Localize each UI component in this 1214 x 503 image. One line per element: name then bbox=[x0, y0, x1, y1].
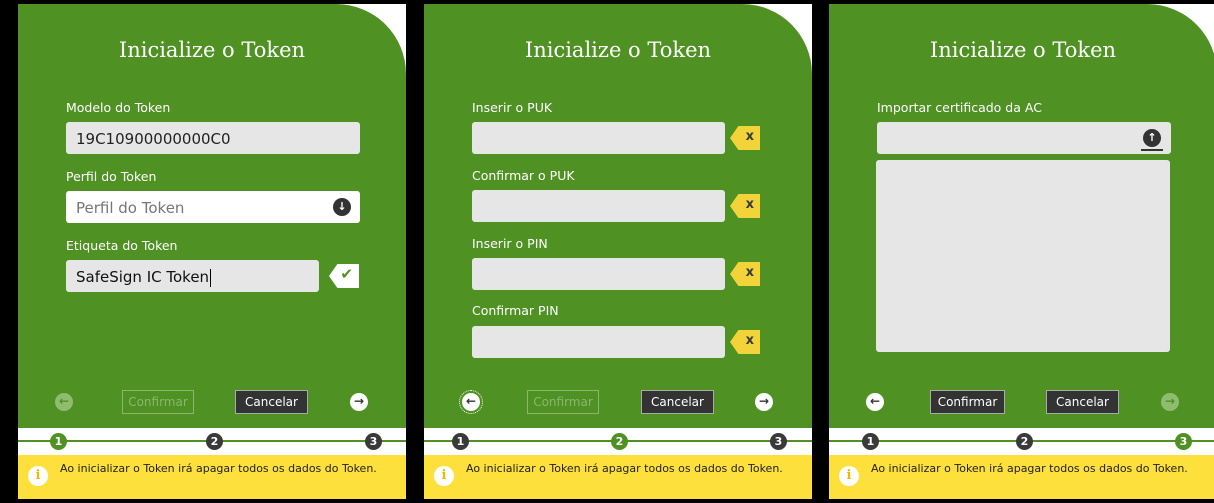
wizard-panel-step-2: Inicialize o Token Inserir o PUK x Confi… bbox=[424, 4, 812, 499]
step-1-indicator: 1 bbox=[862, 433, 879, 450]
puk-label: Inserir o PUK bbox=[472, 100, 553, 115]
token-profile-placeholder: Perfil do Token bbox=[76, 199, 185, 217]
step-3-indicator: 3 bbox=[770, 433, 787, 450]
pin-confirm-label: Confirmar PIN bbox=[472, 303, 559, 318]
pin-input[interactable] bbox=[472, 258, 725, 290]
cancel-button[interactable]: Cancelar bbox=[1046, 390, 1119, 414]
back-arrow-icon[interactable]: ← bbox=[55, 393, 73, 411]
dropdown-arrow-icon[interactable]: ↓ bbox=[333, 198, 351, 216]
info-icon: i bbox=[28, 466, 48, 486]
back-arrow-icon[interactable]: ← bbox=[459, 390, 483, 414]
token-tag-value: SafeSign IC Token bbox=[76, 268, 210, 286]
pin-confirm-input[interactable] bbox=[472, 326, 725, 358]
panel-title: Inicialize o Token bbox=[929, 38, 1117, 62]
certificate-content-area[interactable] bbox=[876, 160, 1170, 352]
token-tag-label: Etiqueta do Token bbox=[66, 238, 178, 253]
puk-confirm-input[interactable] bbox=[472, 190, 725, 222]
text-caret bbox=[210, 268, 212, 287]
step-3-indicator: 3 bbox=[1175, 433, 1192, 450]
confirm-button[interactable]: Confirmar bbox=[930, 390, 1005, 414]
step-1-indicator: 1 bbox=[50, 433, 67, 450]
forward-arrow-icon[interactable]: → bbox=[350, 393, 368, 411]
step-1-indicator: 1 bbox=[452, 433, 469, 450]
token-tag-input[interactable]: SafeSign IC Token bbox=[66, 260, 319, 292]
forward-arrow-icon[interactable]: → bbox=[1161, 393, 1179, 411]
token-model-label: Modelo do Token bbox=[66, 100, 171, 115]
step-2-indicator: 2 bbox=[611, 433, 628, 450]
warning-text: Ao inicializar o Token irá apagar todos … bbox=[466, 462, 783, 475]
panel-title: Inicialize o Token bbox=[118, 38, 306, 62]
cancel-button[interactable]: Cancelar bbox=[235, 390, 308, 414]
upload-icon-underline bbox=[1141, 149, 1163, 151]
warning-banner: i Ao inicializar o Token irá apagar todo… bbox=[829, 455, 1214, 499]
confirm-button[interactable]: Confirmar bbox=[122, 390, 194, 414]
clear-puk-badge[interactable]: x bbox=[730, 126, 760, 150]
valid-check-badge: ✔ bbox=[329, 264, 359, 288]
panel-title: Inicialize o Token bbox=[524, 38, 712, 62]
clear-x-icon: x bbox=[745, 333, 754, 348]
step-3-indicator: 3 bbox=[365, 433, 382, 450]
warning-banner: i Ao inicializar o Token irá apagar todo… bbox=[18, 455, 406, 499]
warning-text: Ao inicializar o Token irá apagar todos … bbox=[871, 462, 1188, 475]
clear-pin-badge[interactable]: x bbox=[730, 262, 760, 286]
clear-pin-confirm-badge[interactable]: x bbox=[730, 330, 760, 354]
forward-arrow-icon[interactable]: → bbox=[755, 393, 773, 411]
info-icon: i bbox=[434, 466, 454, 486]
wizard-card: Inicialize o Token Modelo do Token 19C10… bbox=[18, 4, 406, 428]
step-2-indicator: 2 bbox=[1016, 433, 1033, 450]
step-2-indicator: 2 bbox=[206, 433, 223, 450]
pin-label: Inserir o PIN bbox=[472, 236, 548, 251]
confirm-button[interactable]: Confirmar bbox=[527, 390, 599, 414]
wizard-panel-step-3: Inicialize o Token Importar certificado … bbox=[829, 4, 1214, 499]
warning-banner: i Ao inicializar o Token irá apagar todo… bbox=[424, 455, 812, 499]
certificate-file-input[interactable] bbox=[877, 122, 1171, 154]
puk-confirm-label: Confirmar o PUK bbox=[472, 168, 575, 183]
token-profile-select[interactable]: Perfil do Token bbox=[66, 191, 360, 223]
wizard-panel-step-1: Inicialize o Token Modelo do Token 19C10… bbox=[18, 4, 406, 499]
check-icon: ✔ bbox=[340, 265, 353, 283]
warning-text: Ao inicializar o Token irá apagar todos … bbox=[60, 462, 377, 475]
clear-puk-confirm-badge[interactable]: x bbox=[730, 194, 760, 218]
wizard-card: Inicialize o Token Importar certificado … bbox=[829, 4, 1214, 428]
clear-x-icon: x bbox=[745, 197, 754, 212]
cancel-button[interactable]: Cancelar bbox=[641, 390, 714, 414]
info-icon: i bbox=[839, 466, 859, 486]
token-profile-label: Perfil do Token bbox=[66, 169, 157, 184]
clear-x-icon: x bbox=[745, 265, 754, 280]
wizard-card: Inicialize o Token Inserir o PUK x Confi… bbox=[424, 4, 812, 428]
back-arrow-icon[interactable]: ← bbox=[866, 393, 884, 411]
token-model-field[interactable]: 19C10900000000C0 bbox=[66, 122, 360, 154]
import-certificate-label: Importar certificado da AC bbox=[877, 100, 1042, 115]
puk-input[interactable] bbox=[472, 122, 725, 154]
clear-x-icon: x bbox=[745, 129, 754, 144]
upload-arrow-icon[interactable]: ↑ bbox=[1143, 129, 1161, 147]
